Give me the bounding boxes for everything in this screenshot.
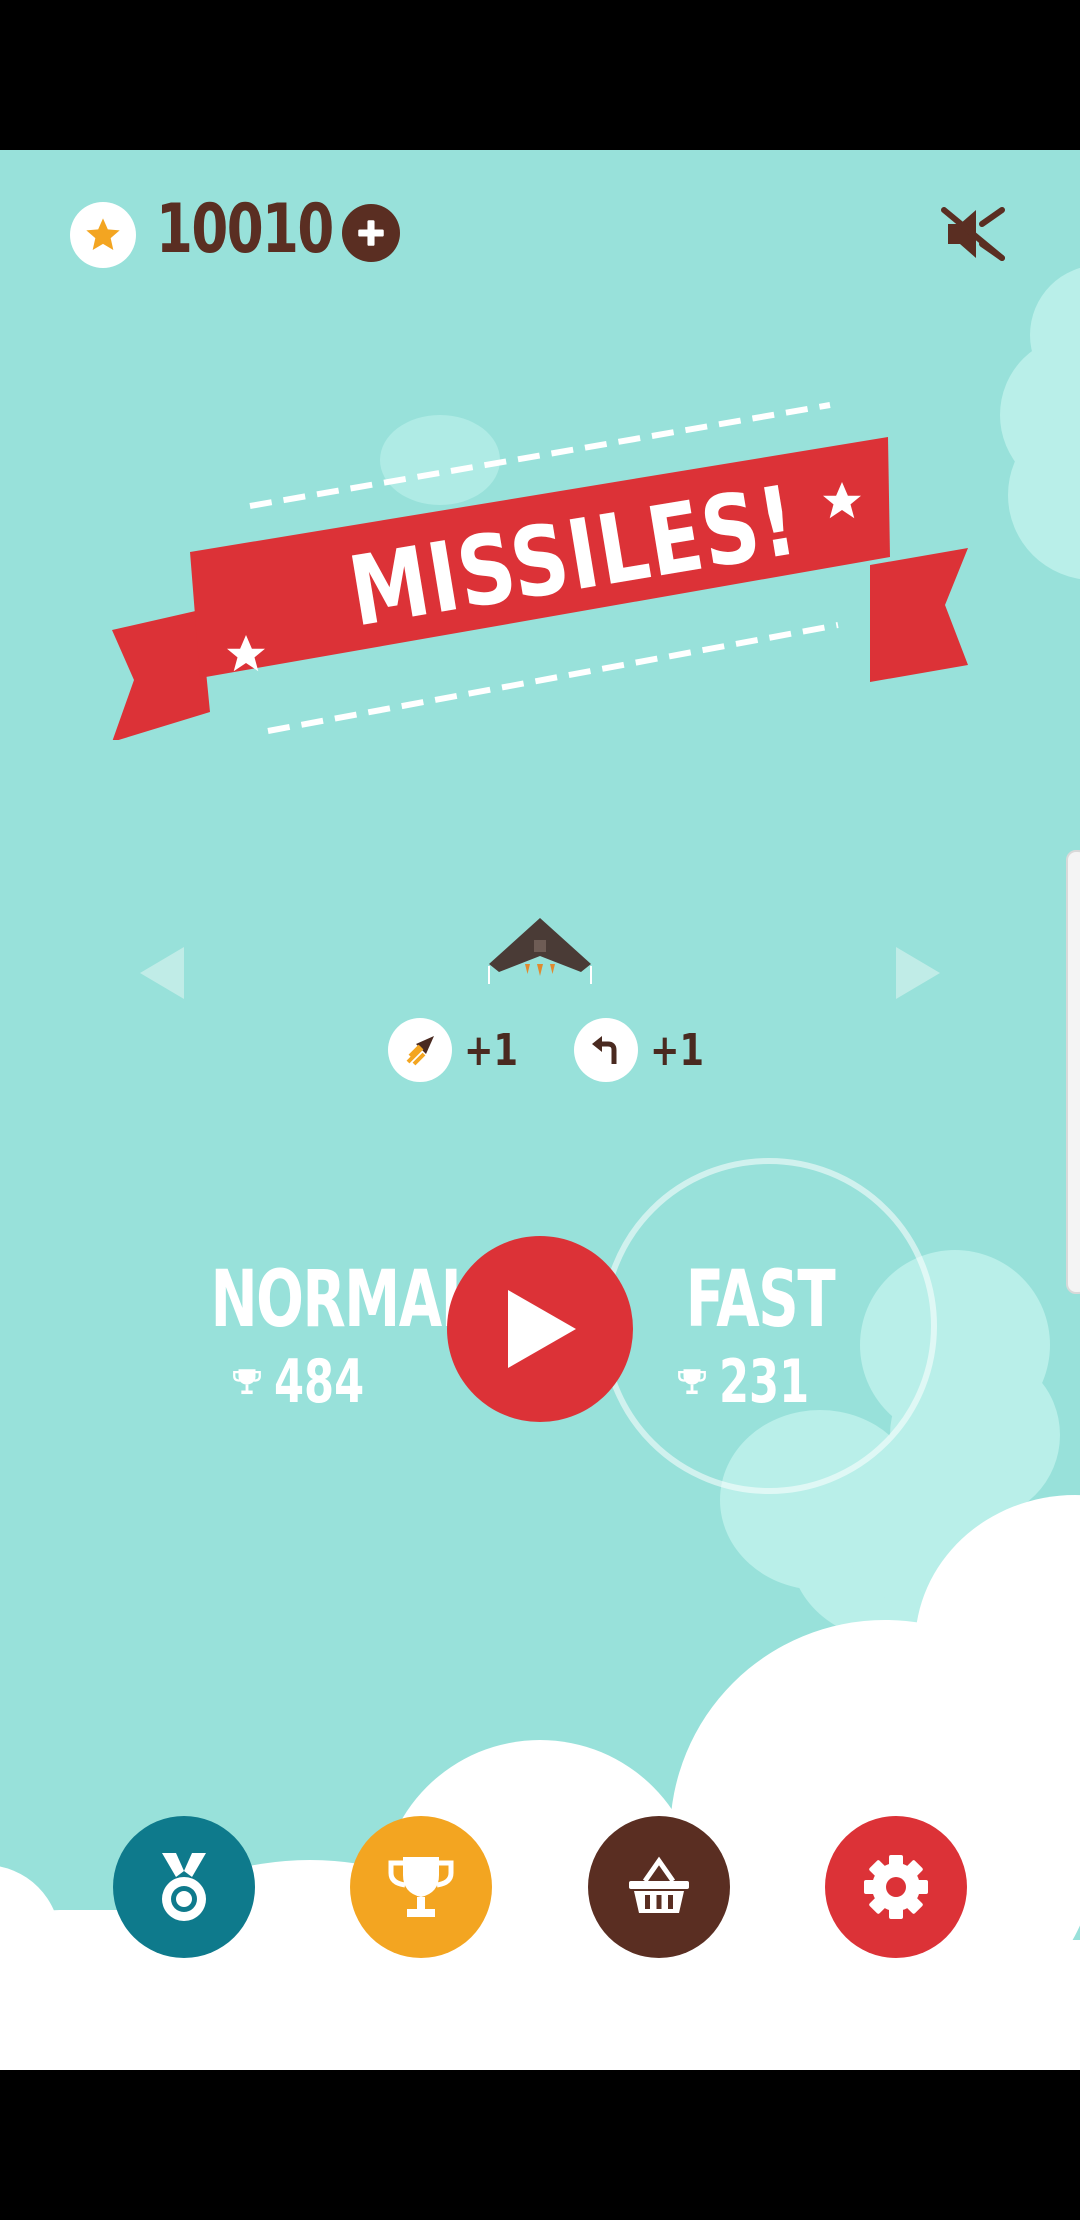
normal-mode-label: NORMAL [210,1255,477,1345]
coin-balance: 10010 [156,190,334,269]
turn-arrow-icon [574,1018,638,1082]
fast-best-value: 231 [719,1347,810,1417]
plus-icon [358,220,384,246]
shop-button[interactable] [588,1816,730,1958]
trophy-icon [233,1369,262,1395]
powerup-missile: +1 [388,1018,531,1082]
previous-aircraft-button[interactable] [140,947,184,999]
fast-best-score: 231 [640,1347,880,1417]
missile-icon [388,1018,452,1082]
title-banner: MISSILES! [100,400,980,742]
achievements-button[interactable] [113,1816,255,1958]
powerup-turn-label: +1 [650,1024,704,1076]
sound-toggle-button[interactable] [940,204,1006,264]
speaker-muted-icon [941,207,1005,261]
normal-best-score: 484 [170,1347,460,1417]
medal-icon [162,1853,206,1921]
edge-panel-handle[interactable] [1066,850,1080,1294]
normal-best-value: 484 [274,1347,365,1417]
powerup-turn: +1 [574,1018,717,1082]
settings-button[interactable] [825,1816,967,1958]
gear-icon [864,1855,928,1919]
trophy-icon [388,1857,454,1917]
normal-mode-button[interactable]: NORMAL 484 [170,1255,477,1417]
add-coins-button[interactable] [342,204,400,262]
play-button[interactable] [447,1236,633,1422]
next-aircraft-button[interactable] [896,947,940,999]
fast-mode-label: FAST [685,1255,836,1345]
trophy-icon [678,1369,707,1395]
basket-icon [629,1856,689,1913]
coin-icon [70,202,136,268]
stealth-bomber-icon [485,912,595,996]
leaderboard-button[interactable] [350,1816,492,1958]
powerup-missile-label: +1 [464,1024,518,1076]
play-icon [508,1290,576,1368]
game-menu-screen: 10010 MISSILES! +1 +1 NORMAL 484 FAST 23… [0,150,1080,2070]
fast-mode-button[interactable]: FAST 231 [640,1255,880,1417]
